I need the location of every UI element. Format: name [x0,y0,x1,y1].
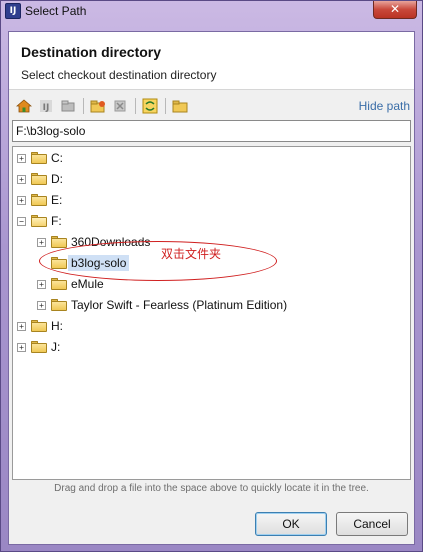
tree-node-label: J: [51,340,61,354]
cancel-button[interactable]: Cancel [336,512,408,536]
dialog-window: IJ Select Path ✕ Destination directory S… [0,0,423,552]
tree-node-label: Taylor Swift - Fearless (Platinum Editio… [71,298,288,312]
tree-node-folder[interactable]: + Taylor Swift - Fearless (Platinum Edit… [37,295,287,315]
tree-node-label: C: [51,151,63,165]
folder-icon [51,299,67,311]
tree-node-drive[interactable]: + H: [17,316,63,336]
header-panel: Destination directory Select checkout de… [9,32,414,90]
toolbar-separator [165,98,166,114]
expand-icon[interactable]: + [17,195,26,205]
close-button[interactable]: ✕ [373,1,417,19]
expand-icon[interactable]: + [17,321,26,331]
refresh-icon[interactable] [141,97,159,115]
show-hidden-icon[interactable] [171,97,189,115]
directory-tree[interactable]: + C: + D: + E: − F: + 360Downloads b3log… [12,146,411,480]
tree-node-label: H: [51,319,63,333]
expand-icon[interactable]: + [17,153,26,163]
ok-button[interactable]: OK [255,512,327,536]
svg-text:IJ: IJ [43,103,50,113]
dialog-content: Destination directory Select checkout de… [8,31,415,545]
tree-node-label: F: [51,214,62,228]
tree-node-label: D: [51,172,63,186]
folder-icon [51,278,67,290]
expand-icon[interactable]: + [37,300,46,310]
expand-icon[interactable]: + [17,342,26,352]
tree-node-drive[interactable]: + C: [17,148,63,168]
new-folder-icon[interactable] [89,97,107,115]
annotation-ellipse [39,241,277,281]
collapse-icon[interactable]: − [17,216,26,226]
tree-node-label: eMule [71,277,104,291]
tree-node-drive[interactable]: + J: [17,337,60,357]
tree-node-drive[interactable]: − F: [17,211,62,231]
window-title: Select Path [25,4,87,18]
expand-icon[interactable]: + [37,279,46,289]
tree-node-drive[interactable]: + D: [17,169,63,189]
toolbar-separator [83,98,84,114]
delete-icon[interactable] [111,97,129,115]
tree-node-label: E: [51,193,63,207]
drag-drop-hint: Drag and drop a file into the space abov… [54,483,369,494]
home-icon[interactable] [15,97,33,115]
expand-icon[interactable]: + [37,237,46,247]
module-icon[interactable] [59,97,77,115]
tree-node-drive[interactable]: + E: [17,190,62,210]
open-folder-icon [31,215,47,227]
toolbar: IJ Hide path [9,92,414,118]
header-title: Destination directory [21,44,162,60]
path-input[interactable] [12,120,411,142]
annotation-text: 双击文件夹 [161,247,222,261]
folder-icon [31,341,47,353]
hide-path-link[interactable]: Hide path [359,99,410,113]
folder-icon [31,320,47,332]
folder-icon [31,194,47,206]
header-subtitle: Select checkout destination directory [21,68,217,82]
folder-icon [31,173,47,185]
toolbar-separator [135,98,136,114]
project-icon[interactable]: IJ [37,97,55,115]
folder-icon [51,236,67,248]
app-logo-icon: IJ [5,3,21,19]
expand-icon[interactable]: + [17,174,26,184]
title-bar[interactable]: IJ Select Path ✕ [1,1,422,23]
folder-icon [31,152,47,164]
